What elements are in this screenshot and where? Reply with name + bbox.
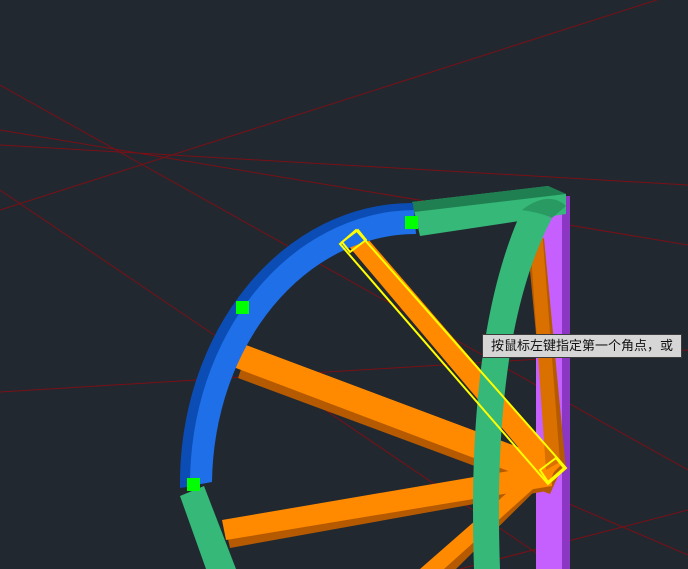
rim-blue-outer — [179, 202, 414, 489]
cad-viewport[interactable]: 按鼠标左键指定第一个角点，或 — [0, 0, 688, 569]
grip-point[interactable] — [236, 301, 249, 314]
construction-lines — [0, 0, 688, 569]
construction-line — [0, 144, 688, 186]
construction-line — [559, 499, 688, 556]
rim-blue-face[interactable] — [189, 210, 416, 486]
rim-blue[interactable] — [179, 202, 416, 489]
grip-point[interactable] — [187, 478, 200, 491]
grip-point[interactable] — [405, 216, 418, 229]
vertical-post-side — [562, 196, 570, 569]
command-prompt-tooltip: 按鼠标左键指定第一个角点，或 — [482, 334, 683, 358]
model-scene[interactable] — [0, 0, 688, 569]
